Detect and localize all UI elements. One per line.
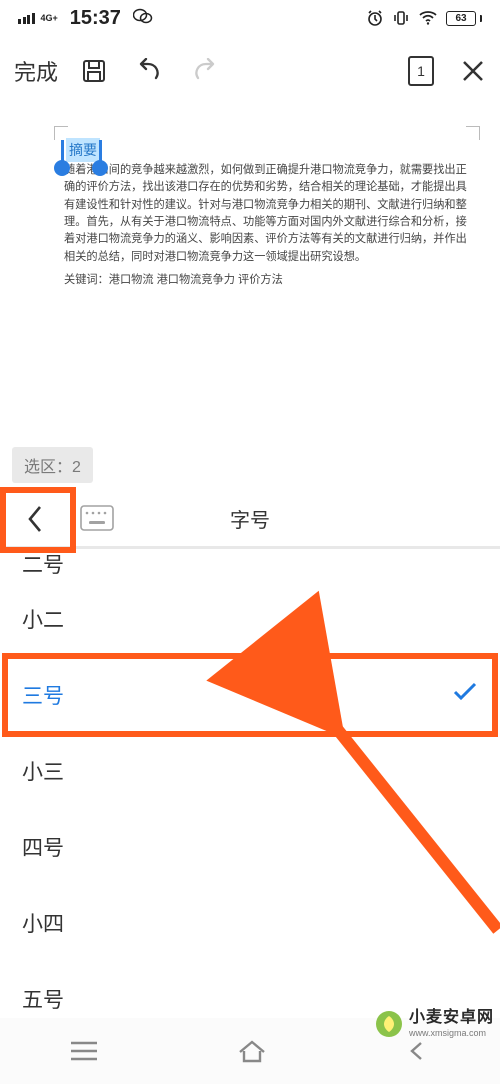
- wechat-icon: [133, 8, 153, 28]
- editor-toolbar: 完成 1: [0, 36, 500, 106]
- selection-handle-stem: [61, 140, 64, 162]
- panel-title: 字号: [230, 504, 270, 533]
- watermark: 小麦安卓网 www.xmsigma.com: [375, 1009, 494, 1038]
- vibrate-icon: [392, 9, 410, 27]
- save-icon[interactable]: [80, 57, 108, 85]
- status-right: 63: [366, 9, 482, 27]
- selection-count-badge: 选区：2: [12, 447, 93, 483]
- document-canvas[interactable]: 摘要 随着港口间的竞争越来越激烈，如何做到正确提升港口物流竞争力，就需要找出正确…: [0, 106, 500, 491]
- wifi-icon: [418, 10, 438, 26]
- page-number: 1: [417, 63, 425, 79]
- watermark-logo-icon: [375, 1010, 403, 1038]
- size-label: 小四: [22, 908, 64, 938]
- selection-handle-stem: [99, 140, 102, 162]
- crop-mark-tr: [466, 126, 480, 140]
- nav-home-icon[interactable]: [237, 1039, 267, 1063]
- tutorial-highlight-row: [2, 653, 498, 737]
- size-label: 小二: [22, 604, 64, 634]
- selected-title[interactable]: 摘要: [66, 138, 100, 162]
- keywords-label: 关键词：: [64, 274, 109, 286]
- size-label: 二号: [22, 549, 64, 579]
- size-label: 小三: [22, 756, 64, 786]
- watermark-cn: 小麦安卓网: [409, 1009, 494, 1027]
- battery-percent: 63: [455, 13, 466, 24]
- document-body[interactable]: 随着港口间的竞争越来越激烈，如何做到正确提升港口物流竞争力，就需要找出正确的评价…: [64, 162, 474, 290]
- watermark-en: www.xmsigma.com: [409, 1028, 494, 1038]
- check-icon: [452, 682, 478, 708]
- nav-menu-icon[interactable]: [69, 1040, 99, 1062]
- status-left: 4G+ 15:37: [18, 7, 153, 30]
- size-option[interactable]: 小四: [0, 885, 500, 961]
- font-size-list[interactable]: 二号 小二 三号 小三 四号 小四 五号: [0, 549, 500, 1037]
- size-option[interactable]: 小二: [0, 581, 500, 657]
- network-label: 4G+: [41, 14, 58, 23]
- size-option[interactable]: 二号: [0, 549, 500, 581]
- undo-icon[interactable]: [134, 58, 164, 84]
- signal-icon: [18, 13, 35, 24]
- document-page: 摘要 随着港口间的竞争越来越激烈，如何做到正确提升港口物流竞争力，就需要找出正确…: [54, 126, 480, 150]
- size-label: 四号: [22, 832, 64, 862]
- size-option[interactable]: 四号: [0, 809, 500, 885]
- done-button[interactable]: 完成: [14, 55, 58, 87]
- selection-handle-start[interactable]: [54, 160, 70, 176]
- back-button[interactable]: [0, 487, 70, 551]
- alarm-icon: [366, 9, 384, 27]
- size-label: 五号: [22, 984, 64, 1014]
- nav-back-icon[interactable]: [405, 1039, 431, 1063]
- selection-handle-end[interactable]: [92, 160, 108, 176]
- keywords-row: 关键词：港口物流 港口物流竞争力 评价方法: [64, 272, 474, 289]
- size-option-selected[interactable]: 三号: [0, 657, 500, 733]
- status-time: 15:37: [70, 7, 121, 30]
- size-option[interactable]: 小三: [0, 733, 500, 809]
- size-label: 三号: [22, 680, 64, 710]
- battery-indicator: 63: [446, 11, 482, 26]
- font-panel-header: 字号: [0, 491, 500, 549]
- body-text: 随着港口间的竞争越来越激烈，如何做到正确提升港口物流竞争力，就需要找出正确的评价…: [64, 164, 467, 263]
- status-bar: 4G+ 15:37 63: [0, 0, 500, 36]
- page-count-icon[interactable]: 1: [408, 56, 434, 86]
- close-icon[interactable]: [460, 58, 486, 84]
- redo-icon: [190, 58, 220, 84]
- keywords-text: 港口物流 港口物流竞争力 评价方法: [109, 274, 283, 286]
- keyboard-icon[interactable]: [80, 505, 114, 531]
